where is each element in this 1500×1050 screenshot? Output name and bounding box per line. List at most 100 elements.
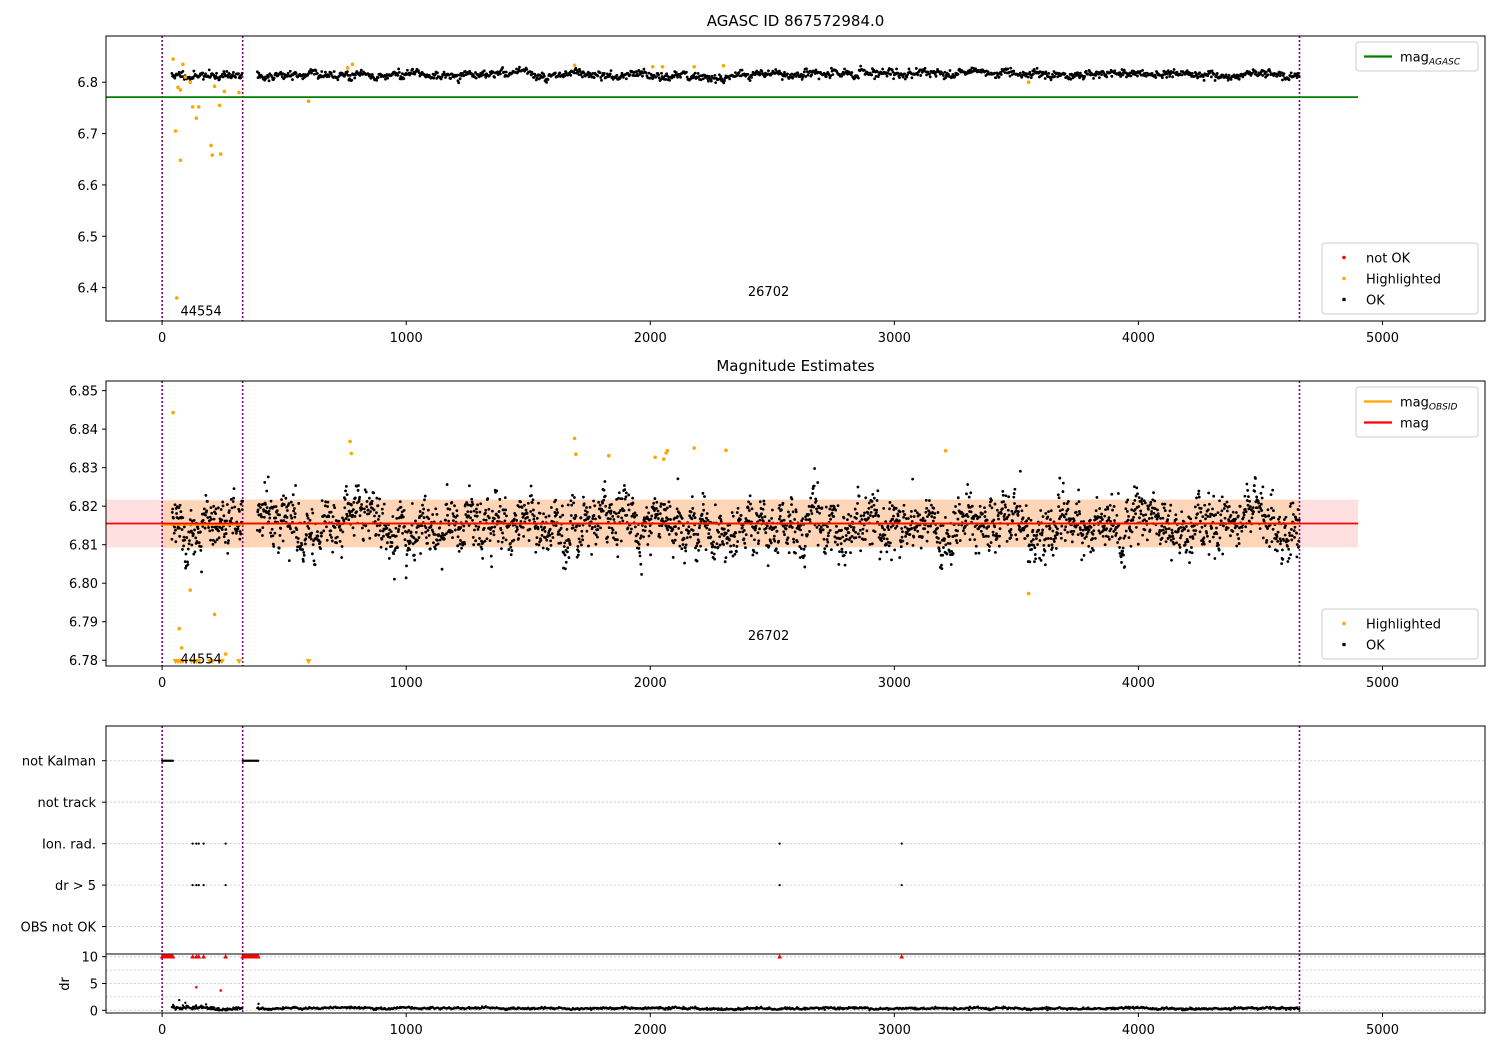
panel2-ok-point — [1011, 512, 1015, 516]
panel2-ok-point — [389, 530, 393, 534]
panel1-ok-point — [1219, 76, 1223, 79]
panel2-ok-point — [357, 484, 360, 487]
panel1-ok-point — [857, 76, 860, 80]
panel1-obsid-label: 44554 — [180, 305, 221, 320]
panel2-ok-point — [1161, 516, 1165, 520]
panel1-ok-point — [237, 72, 240, 76]
panel2-ok-point — [649, 517, 653, 521]
panel2-ok-point — [1231, 510, 1235, 514]
panel2-highlighted-point — [348, 439, 352, 444]
panel1-ok-point — [709, 79, 713, 83]
panel2-ok-point — [320, 499, 324, 503]
panel2-ok-point — [1268, 545, 1271, 548]
panel2-ok-point — [493, 525, 497, 529]
panel3-flag-point — [191, 842, 194, 845]
panel2-ok-point — [1120, 561, 1123, 564]
panel2-ok-point — [756, 542, 760, 545]
panel2-ok-point — [1033, 553, 1037, 556]
panel2-ok-point — [844, 550, 848, 554]
panel1-ok-point — [1254, 70, 1258, 74]
panel2-ok-point — [815, 507, 818, 511]
panel2-ok-point — [497, 515, 501, 519]
panel2-ok-point — [861, 531, 865, 535]
panel2-ok-point — [983, 510, 987, 514]
panel1-ok-point — [1227, 73, 1231, 77]
panel2-ok-point — [927, 499, 931, 502]
panel2-ok-point — [355, 510, 358, 514]
panel2-ok-point — [802, 547, 806, 551]
panel2-ok-point — [990, 506, 994, 510]
panel2-ok-point — [640, 573, 643, 576]
panel2-highlighted-point — [572, 436, 577, 441]
panel2-ok-point — [627, 508, 631, 512]
panel2-ok-point — [1121, 549, 1125, 553]
panel3-flag-point — [197, 842, 200, 845]
panel2-ok-point — [894, 506, 898, 510]
panel2-ok-point — [1270, 540, 1274, 544]
panel2-ok-point — [604, 504, 608, 508]
panel2-ok-point — [910, 527, 914, 530]
panel1-ok-point — [824, 75, 828, 79]
panel2-ok-point — [1011, 519, 1014, 523]
panel2-ok-point — [466, 510, 470, 514]
panel2-ok-point — [1029, 518, 1033, 522]
panel2-ok-point — [723, 560, 727, 564]
panel1-ok-point — [232, 71, 235, 74]
panel2-ok-point — [1276, 539, 1280, 543]
panel2-ok-point — [726, 529, 730, 532]
panel3-flag-label: OBS not OK — [21, 921, 97, 936]
panel2-ok-point — [1091, 537, 1095, 540]
panel2-ok-point — [1158, 542, 1162, 546]
panel1-highlighted-point — [190, 105, 195, 109]
panel2-ok-point — [887, 544, 891, 548]
panel2-ok-point — [925, 506, 929, 510]
panel2-ok-point — [683, 561, 686, 565]
panel2-ok-point — [396, 508, 400, 512]
panel2-ok-point — [837, 562, 841, 566]
panel2-ok-point — [758, 500, 762, 504]
panel2-ok-point — [863, 511, 866, 515]
panel2-ok-point — [1169, 503, 1173, 507]
panel2-ok-point — [592, 499, 595, 503]
panel2-ok-point — [602, 498, 606, 502]
panel2-ok-point — [794, 510, 798, 514]
panel2-ok-point — [217, 536, 221, 540]
panel2-ok-point — [794, 551, 797, 555]
panel2-ok-point — [1092, 529, 1096, 533]
panel2-ok-point — [534, 550, 538, 554]
panel2-ok-point — [1179, 526, 1183, 529]
panel2-top-legend-label: mag — [1400, 417, 1429, 432]
panel2-ok-point — [573, 496, 576, 499]
panel2-ok-point — [550, 532, 554, 536]
panel2-ok-point — [1250, 516, 1254, 520]
panel2-ok-point — [528, 519, 531, 522]
panel1-ok-point — [1029, 76, 1033, 80]
panel2-ok-point — [1003, 512, 1007, 516]
panel2-ok-point — [1081, 541, 1084, 545]
panel2-ok-point — [615, 543, 619, 547]
panel2-ok-point — [182, 535, 186, 539]
panel2-ok-point — [1252, 484, 1256, 487]
panel2-ok-point — [687, 529, 691, 533]
panel1-bottom-legend-dot-swatch — [1342, 276, 1346, 281]
panel2-ok-point — [1135, 486, 1139, 490]
panel2-ok-point — [909, 515, 913, 518]
panel2-ok-point — [503, 519, 507, 523]
panel2-ok-point — [327, 515, 331, 519]
panel2-ok-point — [1150, 516, 1154, 520]
panel2-ok-point — [509, 545, 513, 549]
panel2-ok-point — [374, 532, 378, 536]
panel2-ok-point — [177, 526, 181, 530]
panel2-ok-point — [1229, 514, 1233, 517]
panel2-ok-point — [1018, 469, 1022, 473]
panel2-ok-point — [1039, 558, 1043, 562]
panel2-ok-point — [933, 516, 936, 519]
panel2-ok-point — [486, 497, 490, 501]
panel2-ok-point — [424, 530, 428, 534]
panel2-ok-point — [587, 544, 590, 548]
panel2-ok-point — [331, 550, 335, 554]
panel2-ok-point — [610, 531, 614, 535]
panel1-ok-point — [482, 69, 486, 73]
panel2-ok-point — [854, 530, 857, 534]
panel2-ok-point — [1100, 512, 1104, 516]
